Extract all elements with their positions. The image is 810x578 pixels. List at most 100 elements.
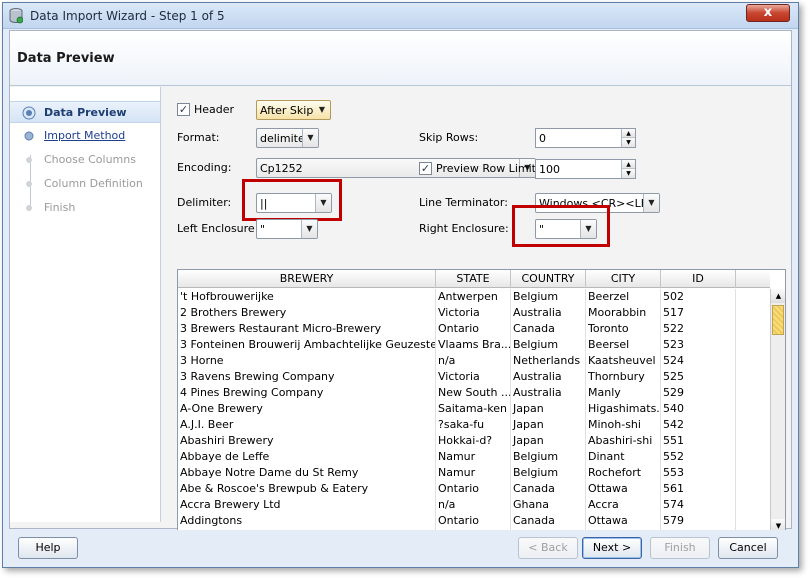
- cell-country: Belgium: [511, 449, 586, 465]
- back-button[interactable]: < Back: [518, 537, 578, 559]
- table-row[interactable]: 3 Ravens Brewing Company Victoria Australi…: [178, 369, 770, 385]
- wizard-window: Data Import Wizard - Step 1 of 5 x Data …: [2, 2, 799, 568]
- title-bar[interactable]: Data Import Wizard - Step 1 of 5 x: [3, 3, 798, 29]
- cell-brewery: Addingtons: [178, 513, 436, 529]
- finish-button[interactable]: Finish: [650, 537, 710, 559]
- step-disabled-icon: [26, 181, 32, 187]
- header-mode-dropdown[interactable]: After Skip ▼: [256, 100, 331, 120]
- cell-city: Accra: [586, 497, 661, 513]
- line-terminator-label: Line Terminator:: [419, 196, 508, 209]
- column-header-country[interactable]: COUNTRY: [511, 270, 586, 288]
- cell-city: Ottawa: [586, 481, 661, 497]
- cell-state: Ontario: [436, 513, 511, 529]
- step-disabled-icon: [26, 205, 32, 211]
- cell-id: 553: [661, 465, 736, 481]
- cell-brewery: A.J.I. Beer: [178, 417, 436, 433]
- cell-city: Thornbury: [586, 369, 661, 385]
- skip-rows-spin-buttons[interactable]: ▲ ▼: [621, 129, 635, 147]
- skip-rows-spinner[interactable]: 0 ▲ ▼: [535, 128, 636, 148]
- cell-brewery: 4 Pines Brewing Company: [178, 385, 436, 401]
- cell-state: ?saka-fu: [436, 417, 511, 433]
- cell-brewery: Abbaye de Leffe: [178, 449, 436, 465]
- cell-id: 524: [661, 353, 736, 369]
- table-row[interactable]: 3 Fonteinen Brouwerij Ambachtelijke Geuz…: [178, 337, 770, 353]
- table-row[interactable]: Abbaye Notre Dame du St Remy Namur Belgium…: [178, 465, 770, 481]
- step-disabled-icon: [26, 157, 32, 163]
- column-header-id[interactable]: ID: [661, 270, 736, 288]
- table-row[interactable]: 4 Pines Brewing Company New South ... Aust…: [178, 385, 770, 401]
- preview-limit-checkbox[interactable]: ✓: [419, 162, 432, 175]
- check-mark-icon: ✓: [178, 103, 189, 116]
- column-header-brewery[interactable]: BREWERY: [178, 270, 436, 288]
- column-header-state[interactable]: STATE: [436, 270, 511, 288]
- preview-limit-spin-buttons[interactable]: ▲ ▼: [621, 160, 635, 178]
- table-row[interactable]: 3 Horne n/a Netherlands Kaatsheuvel 524: [178, 353, 770, 369]
- step-import-method[interactable]: Import Method: [10, 125, 160, 147]
- cell-state: Ontario: [436, 321, 511, 337]
- header-checkbox[interactable]: ✓: [177, 103, 190, 116]
- format-label: Format:: [177, 131, 220, 144]
- delimiter-highlight-box: [242, 179, 342, 221]
- cell-brewery: 3 Fonteinen Brouwerij Ambachtelijke Geuz…: [180, 337, 436, 353]
- table-row[interactable]: 3 Brewers Restaurant Micro-Brewery Ontari…: [178, 321, 770, 337]
- cell-brewery: Abe & Roscoe's Brewpub & Eatery: [178, 481, 436, 497]
- spin-up-icon[interactable]: ▲: [622, 129, 635, 138]
- cell-id: 561: [661, 481, 736, 497]
- encoding-value: Cp1252: [260, 162, 303, 175]
- skip-rows-label: Skip Rows:: [419, 131, 479, 144]
- table-row[interactable]: Abashiri Brewery Hokkai-d? Japan Abashiri-s…: [178, 433, 770, 449]
- cell-state: New South ...: [438, 385, 511, 401]
- cell-id: 574: [661, 497, 736, 513]
- scroll-up-icon[interactable]: ▲: [771, 289, 785, 303]
- cell-country: Canada: [511, 481, 586, 497]
- table-row[interactable]: Abbaye de Leffe Namur Belgium Dinant 552: [178, 449, 770, 465]
- close-button[interactable]: x: [746, 4, 790, 22]
- cell-state: Victoria: [436, 369, 511, 385]
- cell-city: Dinant: [586, 449, 661, 465]
- cell-country: Canada: [511, 321, 586, 337]
- cell-city: Toronto: [586, 321, 661, 337]
- cell-brewery: Accra Brewery Ltd: [178, 497, 436, 513]
- cell-state: Hokkai-d?: [436, 433, 511, 449]
- table-row[interactable]: A-One Brewery Saitama-ken Japan Higashimats…: [178, 401, 770, 417]
- step-label: Data Preview: [44, 106, 127, 119]
- cell-city: Minoh-shi: [586, 417, 661, 433]
- cell-city: Moorabbin: [586, 305, 661, 321]
- cell-id: 502: [661, 289, 736, 305]
- cell-country: Belgium: [511, 465, 586, 481]
- cell-id: 551: [661, 433, 736, 449]
- table-row[interactable]: 't Hofbrouwerijke Antwerpen Belgium Beerzel…: [178, 289, 770, 305]
- left-enclosure-combo[interactable]: " ▼: [256, 219, 318, 239]
- preview-limit-spinner[interactable]: 100 ▲ ▼: [535, 159, 636, 179]
- cell-country: Japan: [511, 401, 586, 417]
- step-active-icon: [22, 106, 36, 120]
- column-header-city[interactable]: CITY: [586, 270, 661, 288]
- cell-city: Manly: [586, 385, 661, 401]
- cell-id: 522: [661, 321, 736, 337]
- header-mode-value: After Skip: [260, 104, 314, 117]
- step-data-preview[interactable]: Data Preview: [10, 101, 160, 123]
- next-button[interactable]: Next >: [582, 537, 642, 559]
- table-row[interactable]: Accra Brewery Ltd n/a Ghana Accra 574: [178, 497, 770, 513]
- cell-brewery: 2 Brothers Brewery: [178, 305, 436, 321]
- step-choose-columns: Choose Columns: [10, 149, 160, 171]
- cell-id: 523: [661, 337, 736, 353]
- vertical-scrollbar[interactable]: ▲ ▼: [770, 289, 785, 533]
- spin-down-icon[interactable]: ▼: [622, 169, 635, 178]
- format-dropdown[interactable]: delimited ▼: [256, 128, 319, 148]
- table-row[interactable]: A.J.I. Beer ?saka-fu Japan Minoh-shi 542: [178, 417, 770, 433]
- spin-up-icon[interactable]: ▲: [622, 160, 635, 169]
- table-row[interactable]: Addingtons Ontario Canada Ottawa 579: [178, 513, 770, 529]
- spin-down-icon[interactable]: ▼: [622, 138, 635, 147]
- page-title: Data Preview: [17, 51, 115, 66]
- cancel-button[interactable]: Cancel: [718, 537, 778, 559]
- table-row[interactable]: 2 Brothers Brewery Victoria Australia Moora…: [178, 305, 770, 321]
- cell-state: Saitama-ken: [436, 401, 511, 417]
- table-row[interactable]: Abe & Roscoe's Brewpub & Eatery Ontario Ca…: [178, 481, 770, 497]
- chevron-down-icon: ▼: [301, 220, 317, 238]
- step-label: Import Method: [44, 129, 126, 142]
- step-label: Column Definition: [44, 177, 143, 190]
- cell-city: Beersel: [586, 337, 661, 353]
- vertical-scroll-thumb[interactable]: [772, 305, 784, 335]
- help-button[interactable]: Help: [18, 537, 78, 559]
